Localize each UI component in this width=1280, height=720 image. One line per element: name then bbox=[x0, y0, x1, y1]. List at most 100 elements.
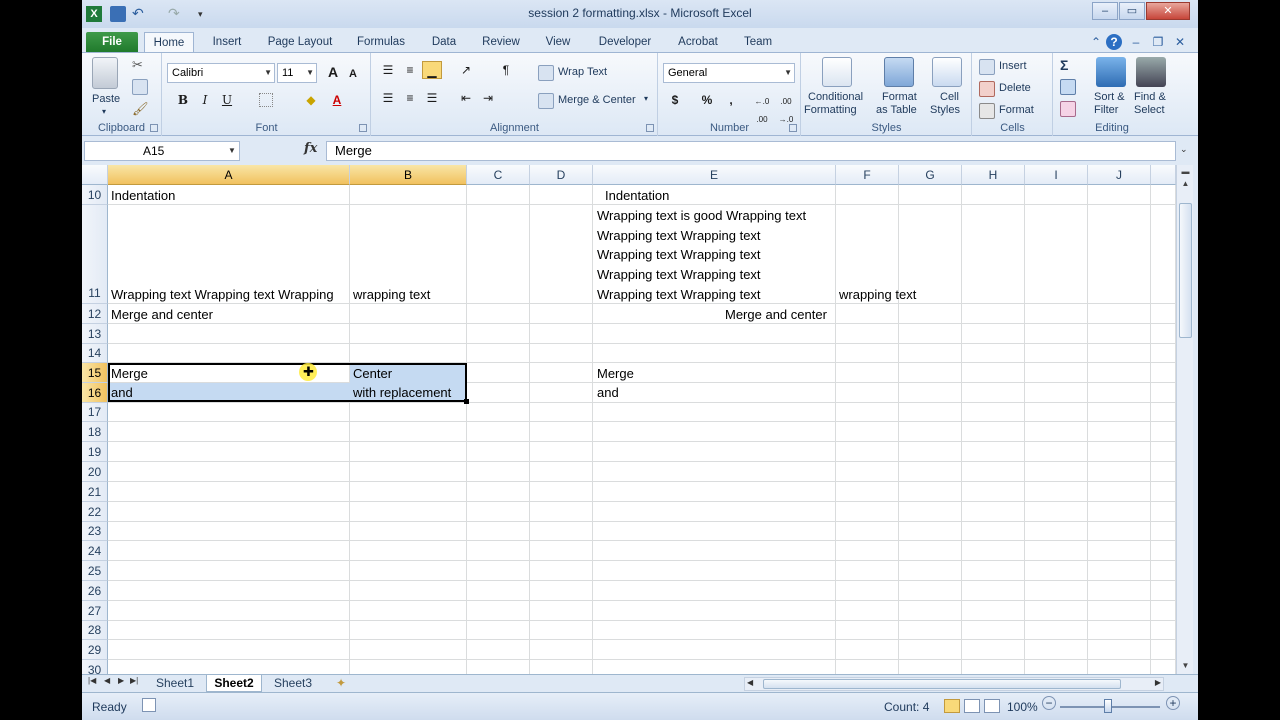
row-header-27[interactable]: 27 bbox=[82, 601, 108, 621]
row-header-23[interactable]: 23 bbox=[82, 522, 108, 541]
insert-function-button[interactable]: fx bbox=[304, 141, 317, 156]
sheet-tab-sheet3[interactable]: Sheet3 bbox=[268, 675, 318, 692]
formula-input[interactable]: Merge bbox=[326, 141, 1176, 161]
close-button[interactable]: ✕ bbox=[1146, 2, 1190, 20]
row-header-13[interactable]: 13 bbox=[82, 324, 108, 344]
fill-handle[interactable] bbox=[464, 399, 469, 404]
format-cells-button[interactable]: Format bbox=[999, 104, 1034, 116]
tab-data[interactable]: Data bbox=[422, 32, 466, 52]
row-header-14[interactable]: 14 bbox=[82, 344, 108, 363]
cell-E16[interactable]: and bbox=[597, 383, 619, 402]
next-sheet-icon[interactable]: ▶ bbox=[118, 676, 124, 685]
row-header-19[interactable]: 19 bbox=[82, 442, 108, 462]
page-break-view-icon[interactable] bbox=[984, 699, 1000, 713]
cell-E11-line5[interactable]: Wrapping text Wrapping text bbox=[597, 285, 761, 304]
cell-E10[interactable]: Indentation bbox=[605, 186, 669, 205]
tab-team[interactable]: Team bbox=[736, 32, 780, 52]
column-header-C[interactable]: C bbox=[467, 165, 530, 185]
select-all-corner[interactable] bbox=[82, 165, 108, 185]
currency-button[interactable]: $ bbox=[665, 91, 685, 109]
clipboard-launcher-icon[interactable] bbox=[150, 124, 158, 132]
insert-cells-button[interactable]: Insert bbox=[999, 60, 1027, 72]
grow-font-button[interactable]: A bbox=[323, 63, 343, 81]
horizontal-scroll-thumb[interactable] bbox=[763, 679, 1121, 689]
middle-align-icon[interactable]: ≡ bbox=[400, 61, 420, 79]
text-direction-icon[interactable]: ¶ bbox=[496, 61, 516, 79]
wrap-text-button[interactable]: Wrap Text bbox=[558, 66, 607, 78]
paste-icon[interactable] bbox=[92, 57, 118, 89]
column-header-I[interactable]: I bbox=[1025, 165, 1088, 185]
copy-icon[interactable] bbox=[132, 79, 148, 95]
top-align-icon[interactable]: ☰ bbox=[378, 61, 398, 79]
row-header-28[interactable]: 28 bbox=[82, 621, 108, 640]
cell-E11-line3[interactable]: Wrapping text Wrapping text bbox=[597, 245, 761, 264]
column-header-B[interactable]: B bbox=[350, 165, 467, 185]
tab-developer[interactable]: Developer bbox=[590, 32, 660, 52]
paste-dropdown-icon[interactable]: ▾ bbox=[102, 107, 106, 116]
bottom-align-icon[interactable]: ▁ bbox=[422, 61, 442, 79]
cell-A10[interactable]: Indentation bbox=[111, 186, 175, 205]
cell-E11-line1[interactable]: Wrapping text is good Wrapping text bbox=[597, 206, 806, 225]
cell-E11-line2[interactable]: Wrapping text Wrapping text bbox=[597, 226, 761, 245]
cell-B16[interactable]: with replacement bbox=[353, 383, 451, 402]
percent-button[interactable]: % bbox=[697, 91, 717, 109]
delete-cells-button[interactable]: Delete bbox=[999, 82, 1031, 94]
spreadsheet-grid[interactable]: ABCDEFGHIJ 10 11 12 13 14 15 16 17 18 19 20 21 22 23 2… bbox=[82, 165, 1176, 677]
zoom-out-button[interactable]: − bbox=[1042, 696, 1056, 710]
cell-styles-line1[interactable]: Cell bbox=[940, 91, 959, 103]
macro-record-icon[interactable] bbox=[142, 698, 156, 712]
format-as-table-line2[interactable]: as Table bbox=[876, 104, 917, 116]
cell-F11[interactable]: wrapping text bbox=[839, 285, 916, 304]
scroll-left-icon[interactable]: ◀ bbox=[747, 678, 753, 687]
number-launcher-icon[interactable] bbox=[789, 124, 797, 132]
sort-filter-line2[interactable]: Filter bbox=[1094, 104, 1118, 116]
tab-file[interactable]: File bbox=[86, 32, 138, 52]
cell-B11[interactable]: wrapping text bbox=[353, 285, 430, 304]
column-header-H[interactable]: H bbox=[962, 165, 1025, 185]
find-select-line2[interactable]: Select bbox=[1134, 104, 1165, 116]
row-header-22[interactable]: 22 bbox=[82, 502, 108, 522]
column-header-overflow[interactable] bbox=[1151, 165, 1176, 185]
name-box[interactable]: A15 bbox=[84, 141, 240, 161]
row-header-20[interactable]: 20 bbox=[82, 462, 108, 482]
align-left-icon[interactable]: ☰ bbox=[378, 89, 398, 107]
format-painter-icon[interactable]: 🖌 bbox=[132, 101, 149, 117]
cell-E11-line4[interactable]: Wrapping text Wrapping text bbox=[597, 265, 761, 284]
paste-button[interactable]: Paste bbox=[92, 93, 120, 105]
row-header-29[interactable]: 29 bbox=[82, 640, 108, 660]
align-center-icon[interactable]: ≡ bbox=[400, 89, 420, 107]
insert-sheet-icon[interactable]: ✦ bbox=[332, 675, 350, 692]
row-header-25[interactable]: 25 bbox=[82, 561, 108, 581]
row-header-24[interactable]: 24 bbox=[82, 541, 108, 561]
zoom-slider-knob[interactable] bbox=[1104, 699, 1112, 713]
column-header-F[interactable]: F bbox=[836, 165, 899, 185]
tab-page-layout[interactable]: Page Layout bbox=[260, 32, 340, 52]
cell-A11[interactable]: Wrapping text Wrapping text Wrapping bbox=[111, 285, 349, 304]
underline-button[interactable]: U bbox=[217, 91, 237, 109]
row-header-10[interactable]: 10 bbox=[82, 185, 108, 205]
italic-button[interactable]: I bbox=[195, 91, 215, 109]
cell-B15[interactable]: Center bbox=[353, 364, 392, 383]
merge-dropdown-icon[interactable]: ▾ bbox=[644, 94, 648, 103]
column-header-A[interactable]: A bbox=[108, 165, 350, 185]
cell-A12[interactable]: Merge and center bbox=[111, 305, 213, 324]
last-sheet-icon[interactable]: ▶| bbox=[130, 676, 138, 685]
alignment-launcher-icon[interactable] bbox=[646, 124, 654, 132]
sheet-tab-sheet2[interactable]: Sheet2 bbox=[206, 675, 262, 692]
first-sheet-icon[interactable]: |◀ bbox=[88, 676, 96, 685]
prev-sheet-icon[interactable]: ◀ bbox=[104, 676, 110, 685]
column-header-J[interactable]: J bbox=[1088, 165, 1151, 185]
normal-view-icon[interactable] bbox=[944, 699, 960, 713]
fill-color-icon[interactable]: ◆ bbox=[301, 91, 321, 109]
font-name-combo[interactable]: Calibri ▼ bbox=[167, 63, 275, 83]
number-format-combo[interactable]: General ▼ bbox=[663, 63, 795, 83]
align-right-icon[interactable]: ☰ bbox=[422, 89, 442, 107]
orientation-icon[interactable]: ↗ bbox=[456, 61, 476, 79]
workbook-restore-icon[interactable]: ❐ bbox=[1150, 34, 1166, 50]
sheet-tab-sheet1[interactable]: Sheet1 bbox=[150, 675, 200, 692]
workbook-close-icon[interactable]: ✕ bbox=[1172, 34, 1188, 50]
cell-styles-line2[interactable]: Styles bbox=[930, 104, 960, 116]
fill-icon[interactable] bbox=[1060, 79, 1076, 95]
cell-E12-merged[interactable]: Merge and center bbox=[725, 305, 827, 324]
minimize-ribbon-icon[interactable]: ⌃ bbox=[1088, 34, 1104, 50]
